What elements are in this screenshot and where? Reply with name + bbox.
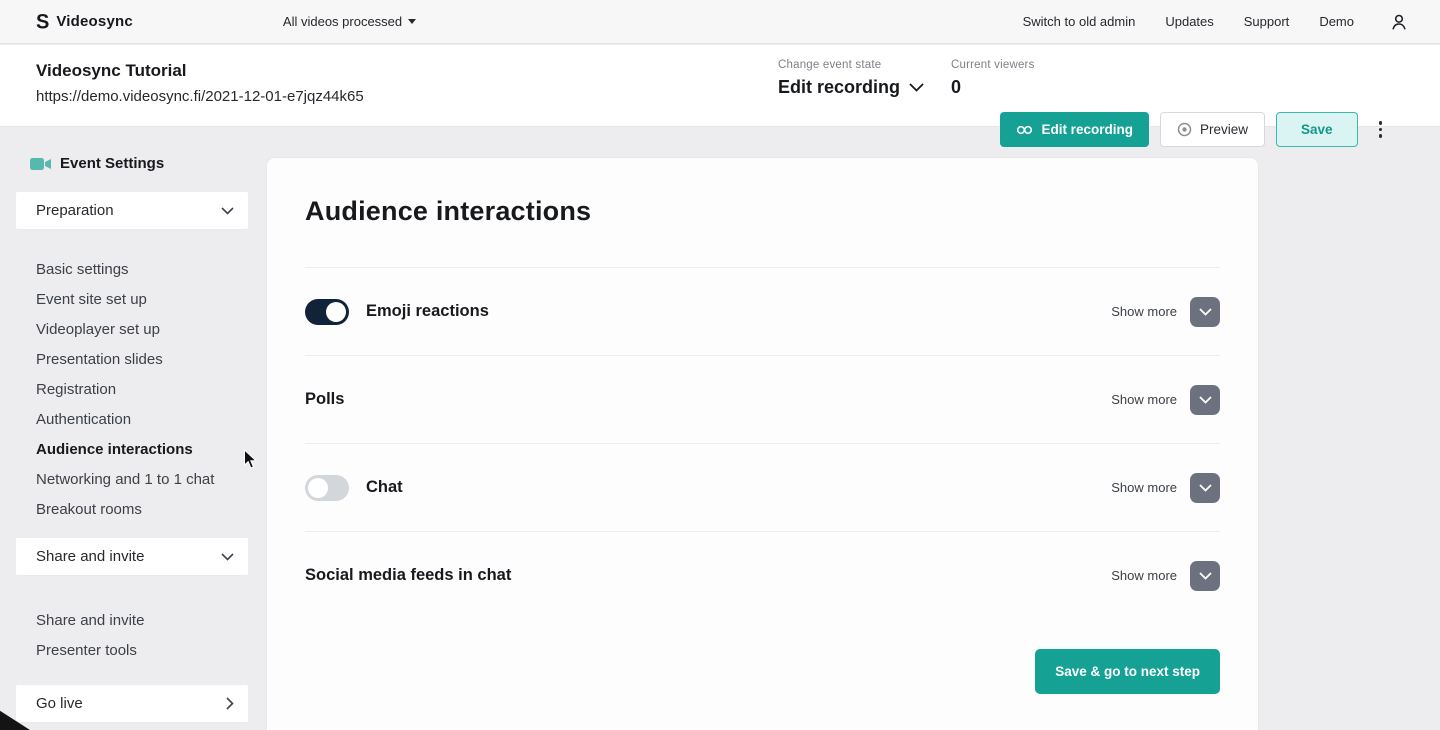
feature-label: Polls	[305, 390, 344, 409]
save-next-step-button[interactable]: Save & go to next step	[1035, 649, 1220, 694]
user-account-icon[interactable]	[1388, 11, 1410, 33]
current-viewers-value: 0	[951, 77, 1035, 98]
updates-link[interactable]: Updates	[1165, 14, 1213, 29]
chevron-right-icon	[226, 697, 234, 710]
share-invite-items: Share and invite Presenter tools	[16, 583, 248, 685]
feature-row-polls: Polls Show more	[305, 356, 1220, 443]
chat-toggle[interactable]	[305, 475, 349, 501]
switch-old-admin-link[interactable]: Switch to old admin	[1023, 14, 1136, 29]
audience-interactions-panel: Audience interactions Emoji reactions Sh…	[266, 157, 1259, 730]
preview-label: Preview	[1200, 122, 1248, 137]
current-viewers-label: Current viewers	[951, 59, 1035, 71]
show-more-link[interactable]: Show more	[1111, 392, 1177, 407]
video-camera-icon	[30, 157, 51, 171]
feature-label: Chat	[366, 478, 403, 497]
save-button[interactable]: Save	[1276, 112, 1358, 147]
event-state-label: Change event state	[778, 59, 924, 71]
current-viewers-block: Current viewers 0	[951, 59, 1035, 98]
go-live-label: Go live	[36, 695, 83, 712]
sidebar-item-registration[interactable]: Registration	[36, 374, 248, 404]
expand-chevron-button[interactable]	[1190, 385, 1220, 415]
header-buttons: Edit recording Preview Save	[1000, 112, 1386, 147]
videos-processed-label: All videos processed	[283, 14, 402, 29]
sidebar-item-presenter-tools[interactable]: Presenter tools	[36, 635, 248, 665]
preview-button[interactable]: Preview	[1160, 112, 1265, 147]
event-settings-title: Event Settings	[60, 155, 164, 172]
sidebar-section-preparation[interactable]: Preparation	[16, 192, 248, 229]
sidebar-item-event-site-set-up[interactable]: Event site set up	[36, 284, 248, 314]
preparation-items: Basic settings Event site set up Videopl…	[16, 237, 248, 538]
share-invite-label: Share and invite	[36, 548, 144, 565]
support-link[interactable]: Support	[1244, 14, 1290, 29]
event-title: Videosync Tutorial	[36, 61, 187, 81]
event-settings-header: Event Settings	[16, 155, 248, 172]
videosync-logo-label: Videosync	[56, 13, 133, 30]
preview-eye-icon	[1177, 122, 1192, 137]
top-bar: S Videosync All videos processed Switch …	[0, 0, 1440, 44]
event-header: Videosync Tutorial https://demo.videosyn…	[0, 45, 1440, 127]
caret-down-icon	[408, 19, 416, 24]
feature-row-emoji-reactions: Emoji reactions Show more	[305, 268, 1220, 355]
chevron-down-icon	[1199, 308, 1212, 316]
emoji-reactions-toggle[interactable]	[305, 299, 349, 325]
sidebar-item-breakout-rooms[interactable]: Breakout rooms	[36, 494, 248, 524]
chevron-down-icon	[1199, 572, 1212, 580]
page-title: Audience interactions	[305, 196, 1220, 227]
sidebar-item-share-and-invite[interactable]: Share and invite	[36, 605, 248, 635]
chevron-down-icon	[221, 553, 234, 561]
edit-recording-button[interactable]: Edit recording	[1000, 112, 1149, 147]
feature-label: Social media feeds in chat	[305, 566, 511, 585]
event-state-dropdown[interactable]: Edit recording	[778, 77, 924, 98]
sidebar-item-audience-interactions[interactable]: Audience interactions	[36, 434, 248, 464]
preparation-label: Preparation	[36, 202, 114, 219]
sidebar-item-presentation-slides[interactable]: Presentation slides	[36, 344, 248, 374]
sidebar-item-videoplayer-set-up[interactable]: Videoplayer set up	[36, 314, 248, 344]
event-state-block: Change event state Edit recording	[778, 59, 924, 98]
sidebar-section-go-live[interactable]: Go live	[16, 685, 248, 722]
feature-row-chat: Chat Show more	[305, 444, 1220, 531]
save-label: Save	[1301, 122, 1333, 137]
more-options-kebab-icon[interactable]	[1375, 117, 1387, 142]
edit-recording-label: Edit recording	[1041, 122, 1133, 137]
chevron-down-icon	[1199, 396, 1212, 404]
event-url[interactable]: https://demo.videosync.fi/2021-12-01-e7j…	[36, 88, 364, 105]
expand-chevron-button[interactable]	[1190, 561, 1220, 591]
videos-processed-dropdown[interactable]: All videos processed	[283, 14, 416, 29]
videosync-logo[interactable]: S Videosync	[36, 12, 133, 32]
topbar-links: Switch to old admin Updates Support Demo	[1023, 11, 1410, 33]
chevron-down-icon	[909, 83, 924, 92]
sidebar-item-basic-settings[interactable]: Basic settings	[36, 254, 248, 284]
expand-chevron-button[interactable]	[1190, 297, 1220, 327]
demo-link[interactable]: Demo	[1319, 14, 1354, 29]
sidebar: Event Settings Preparation Basic setting…	[16, 155, 248, 730]
chevron-down-icon	[221, 207, 234, 215]
chevron-down-icon	[1199, 484, 1212, 492]
show-more-link[interactable]: Show more	[1111, 304, 1177, 319]
show-more-link[interactable]: Show more	[1111, 480, 1177, 495]
feature-row-social-media-feeds: Social media feeds in chat Show more	[305, 532, 1220, 619]
videosync-logo-icon: S	[36, 11, 49, 32]
show-more-link[interactable]: Show more	[1111, 568, 1177, 583]
expand-chevron-button[interactable]	[1190, 473, 1220, 503]
recording-icon	[1016, 124, 1033, 136]
feature-label: Emoji reactions	[366, 302, 489, 321]
sidebar-section-share-and-invite[interactable]: Share and invite	[16, 538, 248, 575]
event-state-value: Edit recording	[778, 77, 900, 98]
sidebar-item-networking-1to1-chat[interactable]: Networking and 1 to 1 chat	[36, 464, 248, 494]
sidebar-item-authentication[interactable]: Authentication	[36, 404, 248, 434]
